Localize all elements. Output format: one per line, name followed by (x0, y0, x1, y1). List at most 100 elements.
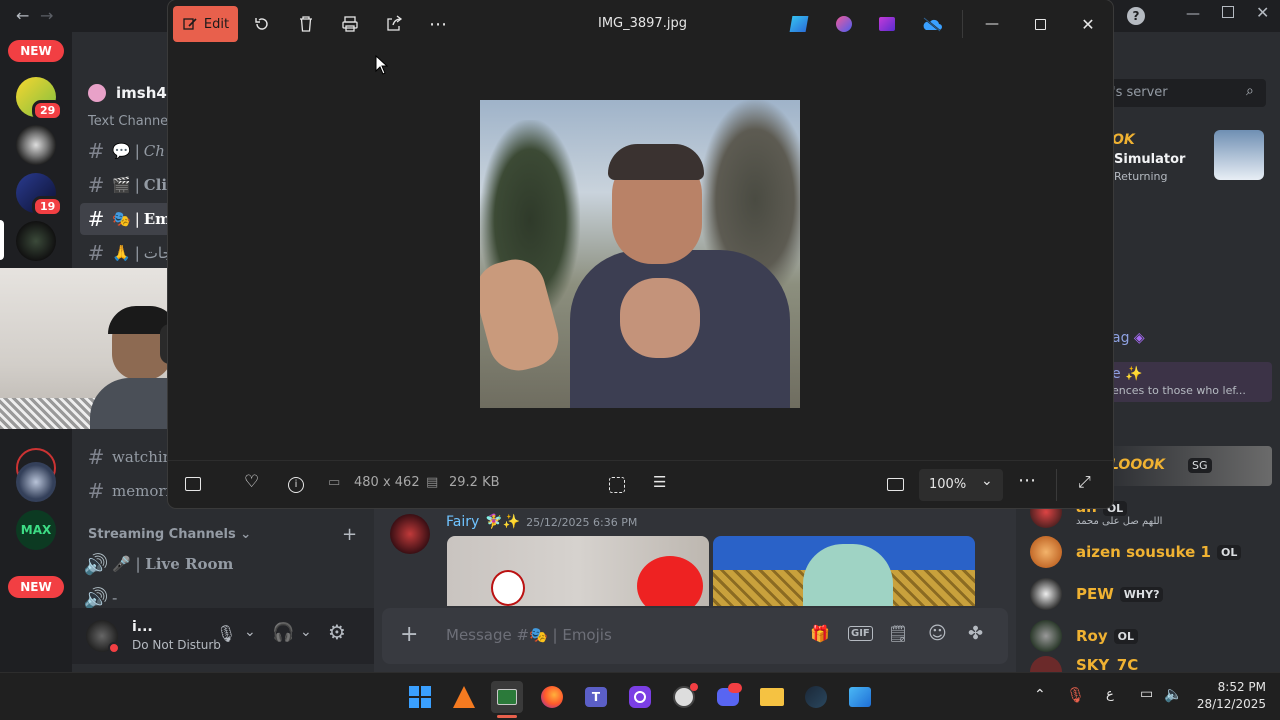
chevron-down-icon[interactable]: ⌄ (300, 624, 312, 640)
delete-icon[interactable] (290, 8, 322, 40)
message-image-2[interactable] (713, 536, 975, 606)
viewer-maximize-icon[interactable] (1024, 8, 1056, 40)
favorite-heart-icon[interactable]: ♡ (244, 472, 259, 492)
minimize-icon[interactable]: — (1186, 6, 1200, 22)
member-name: SKY_7C (1076, 656, 1139, 672)
sticker-icon[interactable]: 🗒 (888, 624, 908, 643)
server-icon-6[interactable] (16, 462, 56, 502)
channel-item[interactable]: # 🙏 | جات (80, 237, 172, 269)
server-icon-selected[interactable] (16, 221, 56, 261)
member-name: aizen sousuke 1 (1076, 543, 1211, 561)
discord-badge (728, 683, 742, 693)
server-icon-2[interactable] (16, 125, 56, 165)
volume-icon[interactable]: 🔈 (1164, 685, 1183, 703)
network-icon[interactable]: ▭ (1140, 686, 1153, 702)
forward-arrow-icon[interactable]: → (40, 6, 53, 25)
close-icon[interactable]: ✕ (1256, 3, 1269, 22)
zoom-dropdown[interactable]: 100% ⌄ (919, 469, 1003, 501)
viewer-toolbar: Edit ⋯ IMG_3897.jpg — ✕ (168, 0, 1113, 48)
message-header: Fairy 🧚‍♀️✨ 25/12/2025 6:36 PM (446, 514, 637, 530)
apps-icon[interactable]: ✤ (968, 623, 983, 644)
settings-gear-icon[interactable]: ⚙ (328, 620, 346, 644)
message-timestamp: 25/12/2025 6:36 PM (526, 515, 638, 529)
channel-item[interactable]: # 💬 | Ch (80, 135, 165, 167)
toolbar-divider (962, 10, 963, 38)
tray-chevron-up-icon[interactable]: ⌃ (1034, 687, 1046, 703)
input-language[interactable]: ع (1106, 687, 1114, 702)
clock-time[interactable]: 8:52 PM (1196, 680, 1266, 694)
headphones-icon[interactable]: 🎧 (272, 622, 294, 643)
channel-emoji: 🙏 (112, 244, 131, 262)
add-channel-icon[interactable]: + (342, 524, 357, 545)
steam-icon[interactable] (800, 681, 832, 713)
text-channels-header[interactable]: Text Channel (88, 114, 172, 129)
message-avatar[interactable] (390, 514, 430, 554)
app-icon-a[interactable] (448, 681, 480, 713)
streaming-channels-header[interactable]: Streaming Channels ⌄ (88, 527, 251, 542)
member-item[interactable]: PEW WHY? (1030, 574, 1164, 614)
more-options-icon[interactable]: ⋯ (1018, 470, 1036, 491)
app-icon-active[interactable] (491, 681, 523, 713)
photos-app-icon[interactable] (844, 681, 876, 713)
onedrive-icon[interactable] (916, 8, 948, 40)
member-status: اللهم صل على محمد (1076, 515, 1163, 527)
fit-to-window-icon[interactable] (887, 478, 904, 491)
member-item[interactable]: Roy OL (1030, 616, 1139, 656)
message-author[interactable]: Fairy (446, 514, 479, 530)
tray-microphone-icon[interactable]: 🎙 (1066, 686, 1085, 704)
channel-item[interactable]: # watchin (80, 441, 173, 473)
displayed-photo[interactable] (480, 100, 800, 408)
firefox-icon[interactable] (536, 681, 568, 713)
viewer-minimize-icon[interactable]: — (976, 8, 1008, 40)
add-attachment-icon[interactable]: + (400, 622, 418, 647)
share-icon[interactable] (378, 8, 410, 40)
member-item[interactable]: SKY_7C (1030, 656, 1138, 672)
clipchamp-icon[interactable] (783, 8, 815, 40)
fullscreen-expand-icon[interactable]: ⤢ (1078, 472, 1091, 492)
viewer-close-icon[interactable]: ✕ (1072, 8, 1104, 40)
clock-date[interactable]: 28/12/2025 (1192, 697, 1266, 711)
streaming-header-label: Streaming Channels (88, 527, 236, 542)
help-icon[interactable]: ? (1127, 7, 1145, 25)
unread-count-badge-2: 19 (32, 196, 64, 217)
channel-item[interactable]: # 🎬 | Cli (80, 169, 167, 201)
member-avatar (1030, 578, 1062, 610)
member-item[interactable]: aizen sousuke 1 OL (1030, 532, 1242, 572)
microphone-icon[interactable]: 🎙 (216, 624, 236, 643)
start-windows-icon[interactable] (404, 681, 436, 713)
file-explorer-icon[interactable] (756, 681, 788, 713)
edit-label: Edit (203, 16, 230, 32)
edit-button[interactable]: Edit (173, 6, 238, 42)
message-input[interactable]: Message #🎭 | Emojis (446, 626, 612, 644)
emoji-icon[interactable]: ☺ (928, 623, 947, 644)
filmstrip-icon[interactable] (185, 477, 201, 491)
app-circle-icon[interactable] (624, 681, 656, 713)
message-image-1[interactable] (447, 536, 709, 606)
more-options-icon[interactable]: ⋯ (422, 8, 454, 40)
server-icon-max[interactable]: MAX (16, 510, 56, 550)
maximize-icon[interactable] (1222, 6, 1234, 18)
gift-icon[interactable]: 🎁 (810, 624, 830, 643)
teams-icon[interactable]: T (580, 681, 612, 713)
channel-item[interactable]: # memori (80, 475, 171, 507)
member-highlight-card[interactable]: e ✨ ences to those who lef... (1102, 362, 1272, 402)
chevron-down-icon: ⌄ (240, 527, 252, 542)
visual-search-icon[interactable] (609, 477, 625, 493)
voice-channel-live-room[interactable]: 🔊 🎤 | Live Room (80, 548, 234, 580)
back-arrow-icon[interactable]: ← (16, 6, 29, 25)
copilot-icon[interactable] (828, 8, 860, 40)
member-name: PEW (1076, 585, 1114, 603)
gif-icon[interactable]: GIF (848, 626, 873, 641)
chevron-down-icon: ⌄ (981, 473, 993, 489)
hash-icon: # (87, 207, 105, 231)
text-extract-icon[interactable]: ☰ (653, 473, 666, 491)
zoom-level: 100% (929, 477, 967, 492)
chevron-down-icon[interactable]: ⌄ (244, 624, 256, 640)
channel-emoji: 🎬 (112, 176, 131, 194)
member-look-card[interactable]: LOOOK SG (1102, 446, 1272, 486)
rotate-icon[interactable] (246, 8, 278, 40)
video-editor-icon[interactable] (871, 8, 903, 40)
info-icon[interactable]: i (288, 477, 304, 493)
print-icon[interactable] (334, 8, 366, 40)
search-box[interactable]: 's server ⌕ (1106, 79, 1266, 107)
